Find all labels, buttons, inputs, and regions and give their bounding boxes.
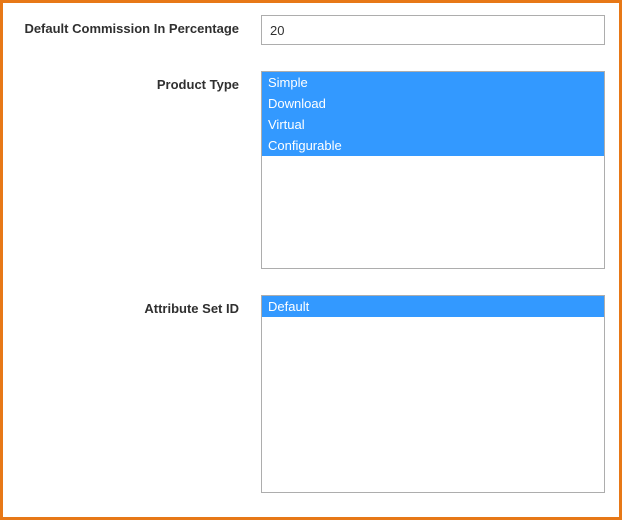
product-type-control-wrap: SimpleDownloadVirtualConfigurable	[261, 71, 605, 269]
product-type-label: Product Type	[17, 71, 261, 92]
multiselect-option[interactable]: Virtual	[262, 114, 604, 135]
multiselect-option[interactable]: Download	[262, 93, 604, 114]
multiselect-option[interactable]: Simple	[262, 72, 604, 93]
multiselect-option[interactable]: Default	[262, 296, 604, 317]
attribute-set-label: Attribute Set ID	[17, 295, 261, 316]
commission-control-wrap	[261, 15, 605, 45]
commission-input[interactable]	[261, 15, 605, 45]
row-commission: Default Commission In Percentage	[17, 15, 605, 45]
commission-label: Default Commission In Percentage	[17, 15, 261, 36]
multiselect-option[interactable]: Configurable	[262, 135, 604, 156]
row-product-type: Product Type SimpleDownloadVirtualConfig…	[17, 71, 605, 269]
product-type-multiselect[interactable]: SimpleDownloadVirtualConfigurable	[261, 71, 605, 269]
row-attribute-set: Attribute Set ID Default	[17, 295, 605, 493]
attribute-set-control-wrap: Default	[261, 295, 605, 493]
config-panel: Default Commission In Percentage Product…	[0, 0, 622, 520]
attribute-set-multiselect[interactable]: Default	[261, 295, 605, 493]
